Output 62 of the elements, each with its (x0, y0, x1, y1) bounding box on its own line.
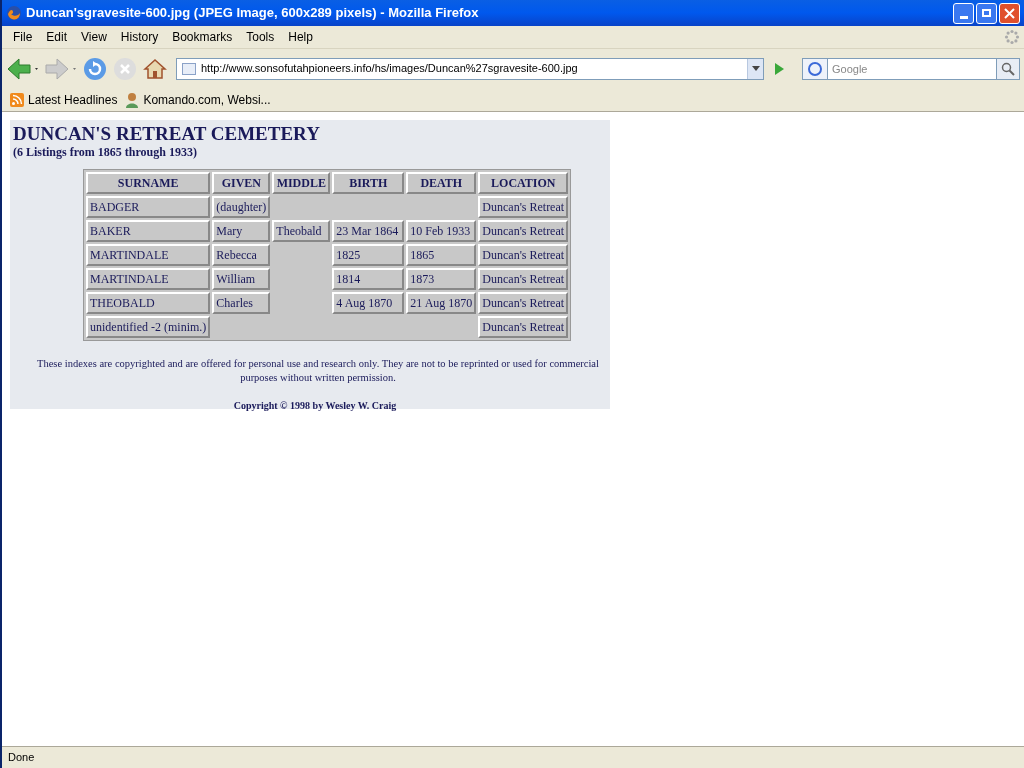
table-cell: Theobald (272, 220, 331, 242)
restore-icon (982, 9, 991, 17)
column-header: SURNAME (86, 172, 211, 194)
table-cell: BADGER (86, 196, 211, 218)
table-cell: Duncan's Retreat (478, 244, 569, 266)
restore-button[interactable] (976, 2, 997, 24)
table-cell: 1814 (332, 268, 405, 290)
document-subtitle: (6 Listings from 1865 through 1933) (13, 145, 197, 159)
reload-icon[interactable] (82, 55, 108, 82)
table-cell: unidentified -2 (minim.) (86, 316, 211, 338)
bookmark-link[interactable]: Latest Headlines (28, 90, 118, 109)
table-cell: Duncan's Retreat (478, 292, 569, 314)
bookmark-link[interactable]: Komando.com, Websi... (143, 90, 271, 109)
search-field[interactable]: Google (828, 57, 996, 80)
table-cell: Duncan's Retreat (478, 220, 569, 242)
close-icon (1004, 7, 1015, 19)
table-cell: 1825 (332, 244, 405, 266)
table-cell: MARTINDALE (86, 268, 211, 290)
table-cell: Mary (212, 220, 271, 242)
status-text: Done (8, 750, 35, 766)
minimize-button[interactable] (953, 2, 974, 24)
close-button[interactable] (999, 2, 1020, 24)
menu-item[interactable]: View (74, 28, 114, 46)
column-header: MIDDLE (272, 172, 331, 194)
table-cell: MARTINDALE (86, 244, 211, 266)
person-icon (125, 91, 140, 108)
column-header: GIVEN (212, 172, 271, 194)
table-cell: (daughter) (212, 196, 271, 218)
table-cell: 1873 (406, 268, 477, 290)
back-arrow-icon[interactable] (6, 56, 40, 81)
table-cell: THEOBALD (86, 292, 211, 314)
table-cell: 4 Aug 1870 (332, 292, 405, 314)
menu-item[interactable]: Bookmarks (165, 28, 240, 46)
table-cell: William (212, 268, 271, 290)
column-header: BIRTH (332, 172, 405, 194)
column-header: DEATH (406, 172, 477, 194)
menu-item[interactable]: File (6, 28, 40, 46)
copyright-line: Copyright © 1998 by Wesley W. Craig (232, 399, 397, 413)
table-cell: Duncan's Retreat (478, 268, 569, 290)
table-cell: 10 Feb 1933 (406, 220, 477, 242)
search-icon[interactable] (996, 57, 1020, 80)
copyright-notice: These indexes are copyrighted and are offered for personal use and research only. They are not to be reprinted or used for commercial purposes without written permission. (36, 357, 600, 385)
menu-item[interactable]: History (113, 28, 166, 46)
address-field[interactable]: http://www.sonsofutahpioneers.info/hs/images/Duncan%27sgravesite-600.jpg (176, 57, 764, 80)
table-cell: BAKER (86, 220, 211, 242)
table-cell: Charles (212, 292, 271, 314)
document-title: DUNCAN'S RETREAT CEMETERY (13, 123, 320, 145)
menu-item[interactable]: Help (281, 28, 320, 46)
menu-item[interactable]: Tools (239, 28, 282, 46)
table-cell: Rebecca (212, 244, 271, 266)
feed-icon (10, 92, 24, 107)
minimize-icon (959, 15, 968, 19)
search-engine-icon[interactable] (802, 57, 828, 80)
window-title: Duncan'sgravesite-600.jpg (JPEG Image, 600x289 pixels) - Mozilla Firefox (26, 4, 480, 23)
menu-item[interactable]: Edit (39, 28, 75, 46)
column-header: LOCATION (478, 172, 569, 194)
table-cell: Duncan's Retreat (478, 316, 569, 338)
throbber-icon (1004, 29, 1020, 45)
table-cell: 21 Aug 1870 (406, 292, 477, 314)
table-cell: Duncan's Retreat (478, 196, 569, 218)
table-cell: 23 Mar 1864 (332, 220, 405, 242)
table-cell: 1865 (406, 244, 477, 266)
